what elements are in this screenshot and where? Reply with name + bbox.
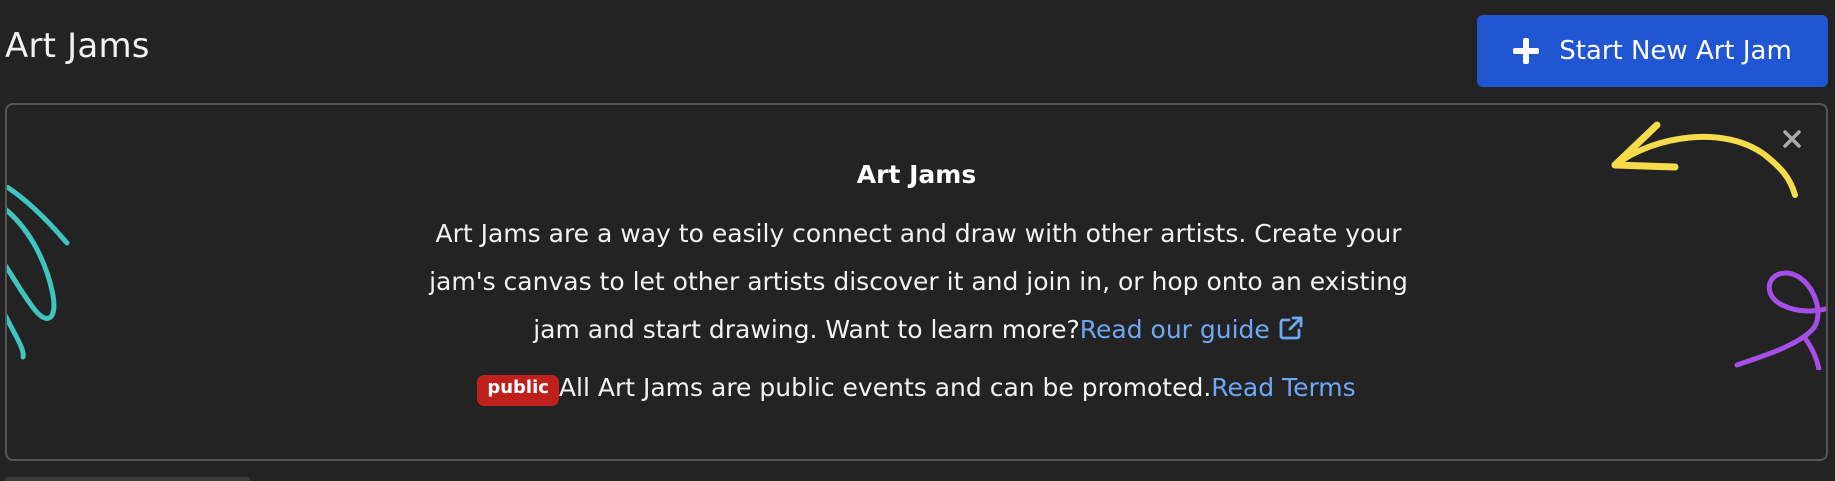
bottom-edge-strip <box>5 477 250 481</box>
banner-description: Art Jams are a way to easily connect and… <box>427 210 1410 354</box>
public-notice-text: All Art Jams are public events and can b… <box>558 373 1212 402</box>
art-jams-info-banner: Art Jams Art Jams are a way to easily co… <box>5 103 1828 461</box>
teal-squiggle-decoration <box>7 185 70 360</box>
guide-link-label: Read our guide <box>1079 315 1270 344</box>
read-guide-link[interactable]: Read our guide <box>1080 315 1304 344</box>
purple-loop-decoration <box>1734 270 1826 370</box>
banner-heading: Art Jams <box>856 160 977 189</box>
start-new-art-jam-button[interactable]: Start New Art Jam <box>1477 15 1828 87</box>
external-link-icon <box>1279 316 1303 340</box>
read-terms-link[interactable]: Read Terms <box>1211 373 1355 402</box>
art-jams-page: Art Jams Start New Art Jam Art Jams Art … <box>0 0 1835 481</box>
public-badge: public <box>477 375 559 406</box>
plus-icon <box>1513 38 1540 64</box>
public-notice: public All Art Jams are public events and… <box>7 373 1826 406</box>
page-title: Art Jams <box>5 26 150 66</box>
start-button-label: Start New Art Jam <box>1559 36 1792 66</box>
close-icon[interactable] <box>1782 129 1802 149</box>
